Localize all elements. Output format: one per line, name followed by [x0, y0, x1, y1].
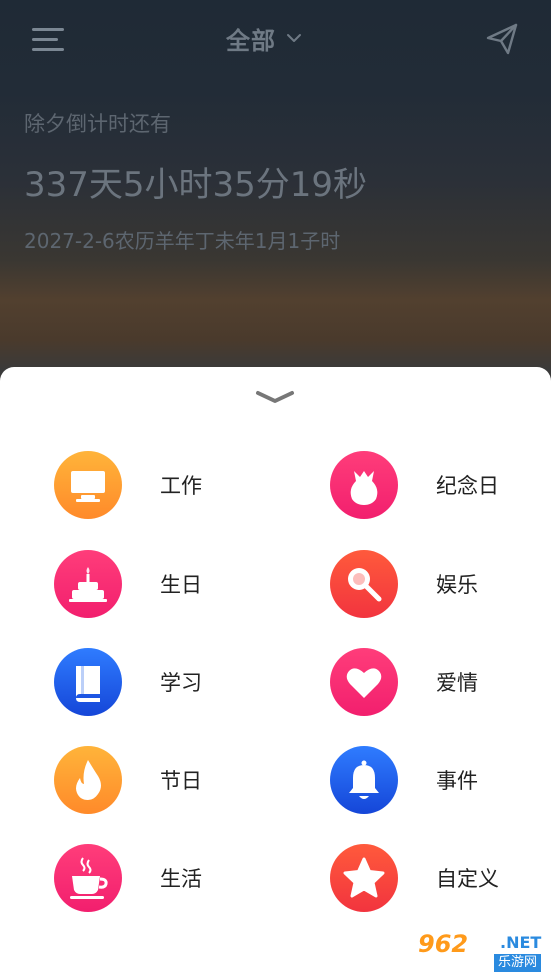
- category-label: 爱情: [436, 671, 478, 695]
- category-label: 学习: [160, 671, 202, 695]
- category-label: 纪念日: [436, 474, 499, 498]
- chevron-down-icon[interactable]: [254, 387, 296, 409]
- paper-plane-icon[interactable]: [484, 22, 520, 56]
- category-event[interactable]: 事件: [330, 746, 551, 816]
- book-icon: [54, 648, 122, 716]
- heart-icon: [330, 648, 398, 716]
- hamburger-menu-icon[interactable]: [28, 22, 68, 56]
- app-screen: 全部 除夕倒计时还有 337天5小时35分19秒 2027-2-6农历羊年丁未年…: [0, 0, 551, 979]
- category-festival[interactable]: 节日: [54, 746, 284, 816]
- category-label: 娱乐: [436, 573, 478, 597]
- category-custom[interactable]: 自定义: [330, 844, 551, 914]
- countdown-time: 337天5小时35分19秒: [24, 165, 368, 205]
- page-title: 全部: [226, 26, 276, 55]
- category-work[interactable]: 工作: [54, 451, 284, 521]
- flame-icon: [54, 746, 122, 814]
- bell-icon: [330, 746, 398, 814]
- watermark-sub: 乐游网: [494, 954, 542, 972]
- countdown-date: 2027-2-6农历羊年丁未年1月1子时: [24, 229, 341, 253]
- gift-bag-icon: [330, 451, 398, 519]
- category-label: 生活: [160, 867, 202, 891]
- countdown-panel[interactable]: 除夕倒计时还有 337天5小时35分19秒 2027-2-6农历羊年丁未年1月1…: [24, 108, 367, 256]
- countdown-label: 除夕倒计时还有: [24, 112, 171, 136]
- watermark-logo: 962 .NET 乐游网: [414, 928, 551, 979]
- category-love[interactable]: 爱情: [330, 648, 551, 718]
- watermark-net: .NET: [500, 933, 542, 952]
- coffee-cup-icon: [54, 844, 122, 912]
- category-bottom-sheet: 工作 纪念日 生日 娱乐 学习 爱情 节日 事件 生活 自定义 962 .NET…: [0, 367, 551, 979]
- top-bar: 全部: [0, 0, 551, 80]
- category-label: 事件: [436, 769, 478, 793]
- birthday-cake-icon: [54, 550, 122, 618]
- microphone-icon: [330, 550, 398, 618]
- category-birthday[interactable]: 生日: [54, 550, 284, 620]
- category-label: 生日: [160, 573, 202, 597]
- category-label: 节日: [160, 769, 202, 793]
- category-label: 工作: [160, 474, 202, 498]
- category-life[interactable]: 生活: [54, 844, 284, 914]
- category-study[interactable]: 学习: [54, 648, 284, 718]
- category-selector[interactable]: 全部: [226, 20, 302, 56]
- monitor-icon: [54, 451, 122, 519]
- watermark-main: 962: [418, 930, 469, 958]
- category-label: 自定义: [436, 867, 499, 891]
- category-entertainment[interactable]: 娱乐: [330, 550, 551, 620]
- category-anniversary[interactable]: 纪念日: [330, 451, 551, 521]
- chevron-down-icon: [287, 34, 301, 42]
- star-icon: [330, 844, 398, 912]
